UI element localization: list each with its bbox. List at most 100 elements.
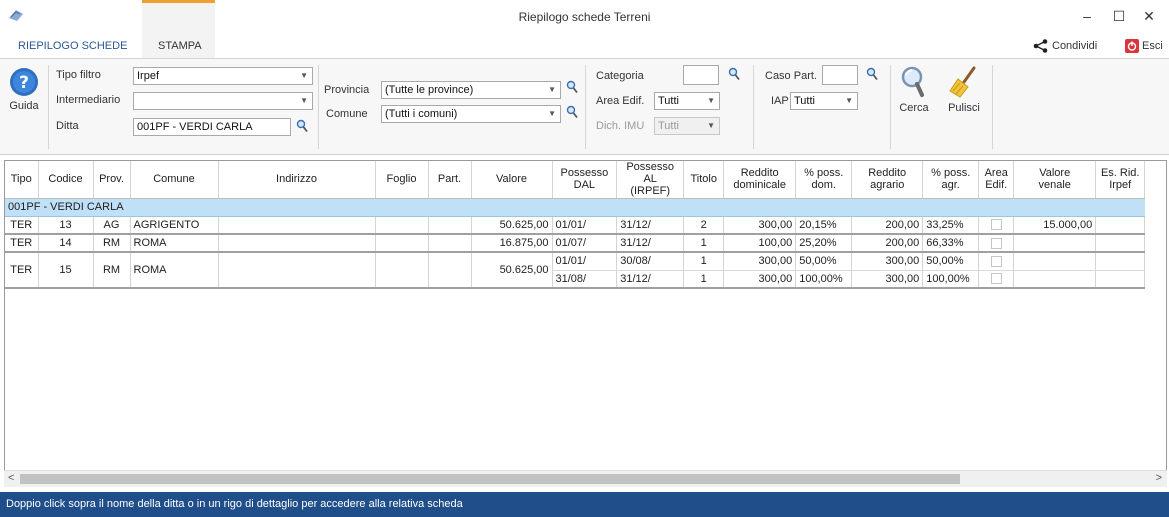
cell-area-edif [978,270,1015,289]
ribbon: ? Guida Tipo filtro Irpef ▼ Intermediario… [0,58,1169,155]
guida-label: Guida [9,100,39,112]
area-edif-checkbox[interactable] [990,255,1002,267]
group-row[interactable]: 001PF - VERDI CARLA [5,198,1145,217]
categoria-field[interactable] [683,65,719,85]
column-header[interactable]: Prov. [93,161,131,199]
column-header[interactable]: Valore venale [1013,161,1097,199]
column-header[interactable]: Valore [471,161,553,199]
data-grid[interactable]: Tipo Codice Prov. Comune Indirizzo Fogli… [4,160,1167,486]
area-edif-select[interactable]: Tutti ▼ [654,92,720,110]
column-header[interactable]: Reddito agrario [851,161,924,199]
cell-valore: 50.625,00 [471,252,553,289]
cell-possesso-dal: 31/08/ [552,270,618,289]
column-header[interactable]: Foglio [375,161,429,199]
provincia-select[interactable]: (Tutte le province) ▼ [381,81,561,99]
cell-es-rid-irpef [1095,252,1146,271]
cell-es-rid-irpef [1095,234,1146,253]
cell-foglio [375,252,429,289]
area-edif-checkbox[interactable] [990,219,1002,231]
guida-button[interactable]: ? Guida [4,67,44,112]
area-edif-checkbox[interactable] [990,273,1002,285]
comune-select[interactable]: (Tutti i comuni) ▼ [381,105,561,123]
maximize-button[interactable]: ☐ [1108,6,1130,26]
riepilogo-table: Tipo Codice Prov. Comune Indirizzo Fogli… [5,161,1146,289]
cell-valore-venale [1013,252,1097,271]
status-bar: Doppio click sopra il nome della ditta o… [0,492,1169,517]
chevron-down-icon: ▼ [300,71,308,80]
cell-poss-agr: 66,33% [922,234,980,253]
column-header[interactable]: Area Edif. [978,161,1015,199]
caso-part-lookup-icon[interactable] [866,67,878,81]
column-header[interactable]: Possesso AL (IRPEF) [616,161,685,199]
cell-poss-dom: 25,20% [795,234,853,253]
ditta-lookup-icon[interactable] [296,119,308,133]
ditta-field[interactable]: 001PF - VERDI CARLA [133,118,291,136]
cell-comune: AGRIGENTO [130,216,219,235]
tipo-filtro-value: Irpef [137,70,160,82]
provincia-lookup-icon[interactable] [566,80,578,94]
dich-imu-value: Tutti [658,120,679,132]
table-row[interactable]: TER 13 AG AGRIGENTO 50.625,00 01/01/ 31/… [5,216,1146,235]
tipo-filtro-select[interactable]: Irpef ▼ [133,67,313,85]
cell-tipo: TER [5,252,39,289]
separator [890,65,891,149]
caso-part-label: Caso Part. [765,70,817,82]
search-icon [901,66,924,97]
table-row[interactable]: TER 14 RM ROMA 16.875,00 01/07/ 31/12/ 1… [5,234,1146,253]
minimize-button[interactable]: – [1076,6,1098,26]
cell-titolo: 1 [683,252,725,271]
share-button[interactable]: Condividi [1033,37,1097,55]
cell-indirizzo [218,234,376,253]
cell-titolo: 2 [683,216,725,235]
column-header[interactable]: Indirizzo [218,161,376,199]
caso-part-field[interactable] [822,65,858,85]
column-header[interactable]: % poss. dom. [795,161,853,199]
scroll-left-icon[interactable]: < [8,472,14,484]
dich-imu-select[interactable]: Tutti ▼ [654,117,720,135]
iap-select[interactable]: Tutti ▼ [790,92,858,110]
column-header[interactable]: Reddito dominicale [723,161,797,199]
cell-reddito-dominicale: 300,00 [723,270,797,289]
tab-stampa[interactable]: STAMPA [150,34,210,58]
area-edif-checkbox[interactable] [990,237,1002,249]
table-row[interactable]: TER 15 RM ROMA 50.625,00 01/01/ 30/08/ 1… [5,252,1146,289]
intermediario-select[interactable]: ▼ [133,92,313,110]
share-label: Condividi [1052,40,1098,52]
cell-valore: 50.625,00 [471,216,553,235]
exit-button[interactable]: Esci [1125,37,1163,55]
categoria-label: Categoria [596,70,644,82]
comune-label: Comune [326,108,368,120]
share-icon [1033,39,1048,53]
cerca-button[interactable]: Cerca [894,65,934,114]
column-header[interactable]: Titolo [683,161,725,199]
cell-codice: 15 [38,252,94,289]
categoria-lookup-icon[interactable] [728,67,740,81]
tab-riepilogo-schede[interactable]: RIEPILOGO SCHEDE [10,34,135,58]
cell-possesso-al: 30/08/ [616,252,685,271]
column-header[interactable]: Codice [38,161,94,199]
column-header[interactable]: Part. [428,161,472,199]
column-header[interactable]: Possesso DAL [552,161,618,199]
ditta-value: 001PF - VERDI CARLA [137,121,253,133]
pulisci-button[interactable]: Pulisci [942,65,986,114]
cell-possesso-dal: 01/01/ [552,252,618,271]
cell-poss-dom: 20,15% [795,216,853,235]
scroll-right-icon[interactable]: > [1156,472,1162,484]
cell-poss-dom: 50,00% [795,252,853,271]
separator [585,65,586,149]
column-header[interactable]: Comune [130,161,219,199]
comune-lookup-icon[interactable] [566,105,578,119]
cell-possesso-al: 31/12/ [616,234,685,253]
cell-reddito-dominicale: 300,00 [723,216,797,235]
horizontal-scrollbar[interactable]: < > [4,470,1167,487]
scrollbar-thumb[interactable] [20,474,960,484]
cell-valore-venale: 15.000,00 [1013,216,1097,235]
column-header[interactable]: Es. Rid. Irpef [1095,161,1146,199]
separator [318,65,319,149]
close-button[interactable]: ✕ [1138,6,1160,26]
column-header[interactable]: % poss. agr. [922,161,980,199]
cell-es-rid-irpef [1095,270,1146,289]
chevron-down-icon: ▼ [707,121,715,130]
cell-comune: ROMA [130,252,219,289]
column-header[interactable]: Tipo [5,161,39,199]
